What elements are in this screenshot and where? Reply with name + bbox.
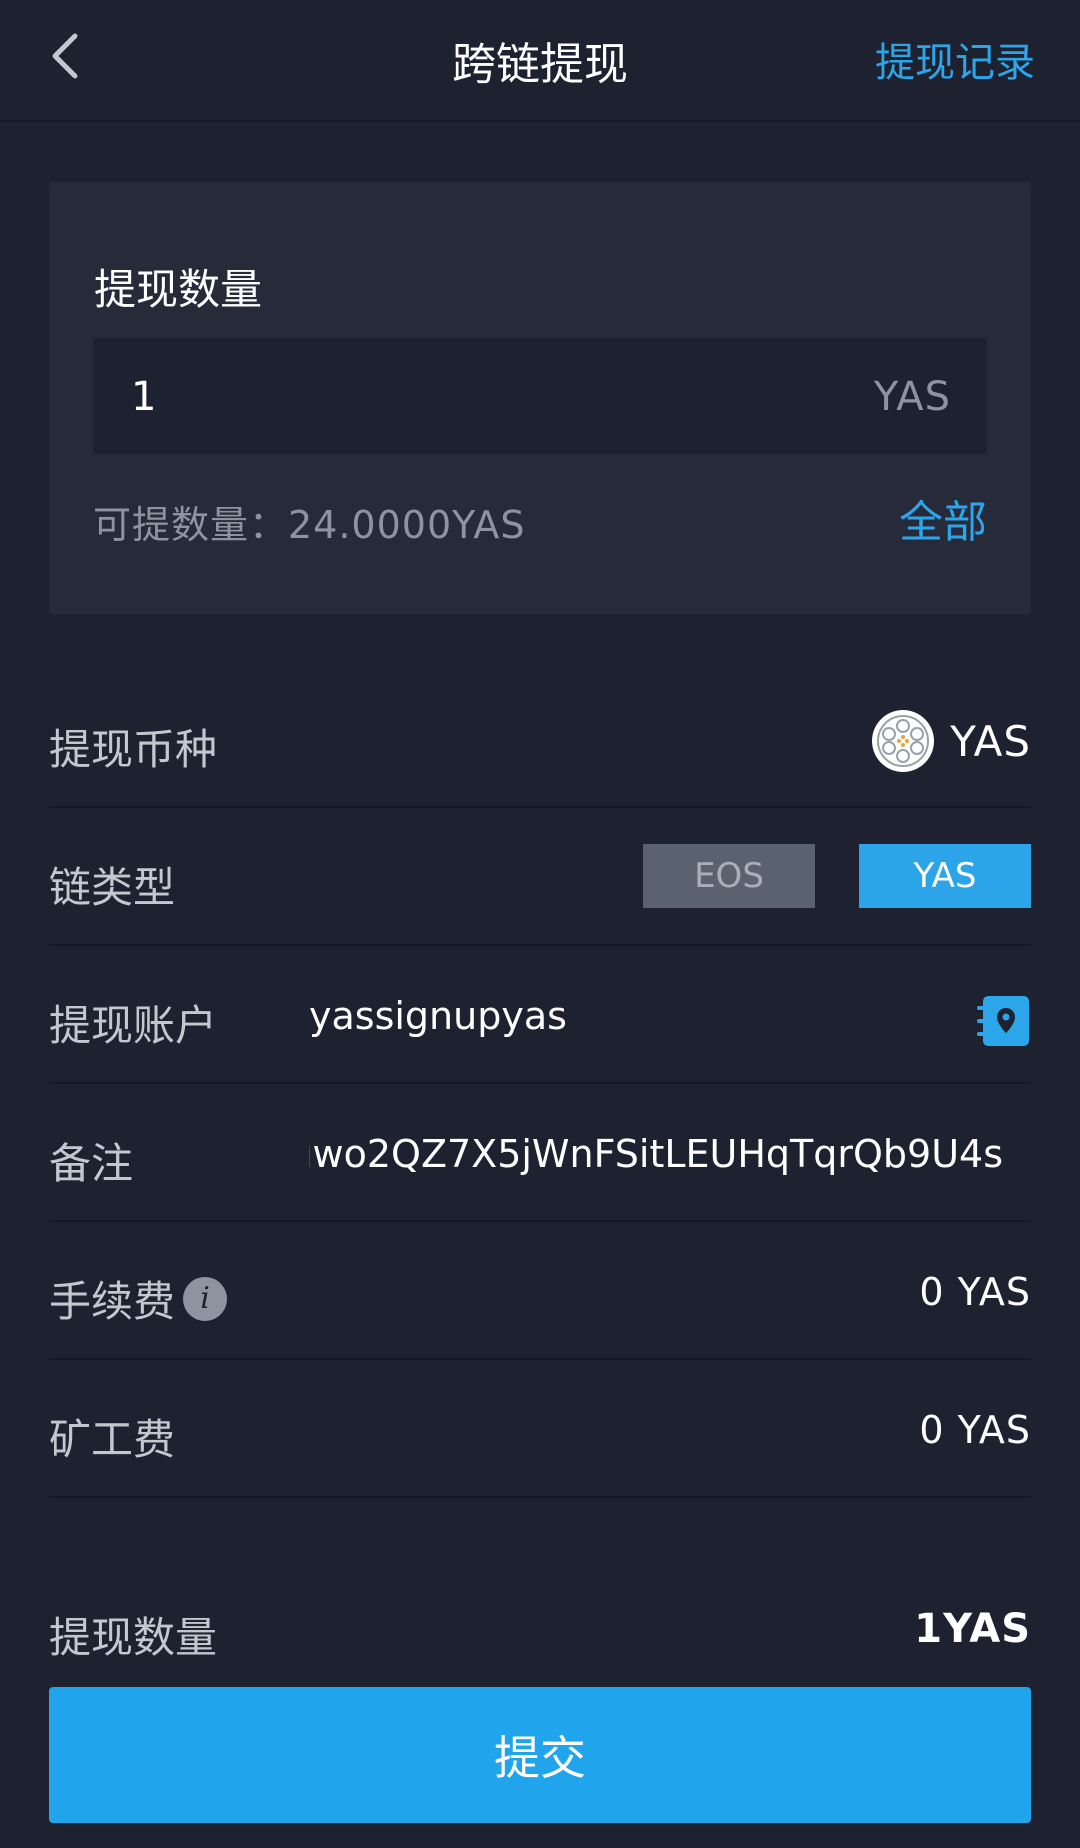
currency-value: YAS <box>950 716 1031 766</box>
fee-label: 手续费 <box>49 1277 176 1326</box>
currency-selector[interactable]: YAS <box>872 710 1031 772</box>
fee-row: 手续费 i 0 YAS <box>49 1224 1031 1360</box>
chain-option-eos[interactable]: EOS <box>643 844 815 908</box>
back-button[interactable] <box>40 26 88 86</box>
withdraw-all-button[interactable]: 全部 <box>899 486 987 550</box>
chain-type-label: 链类型 <box>49 863 176 912</box>
currency-label: 提现币种 <box>49 725 218 774</box>
chain-option-yas[interactable]: YAS <box>859 844 1031 908</box>
memo-row: 备注 uwo2QZ7X5jWnFSitLEUHqTqrQb9U4s <box>49 1086 1031 1222</box>
submit-button[interactable]: 提交 <box>49 1687 1031 1823</box>
available-amount: 可提数量：24.0000YAS <box>93 503 526 547</box>
memo-value: uwo2QZ7X5jWnFSitLEUHqTqrQb9U4s <box>309 1132 1003 1176</box>
memo-label: 备注 <box>49 1139 134 1188</box>
address-book-icon <box>977 996 1029 1046</box>
chevron-left-icon <box>52 33 78 79</box>
account-row: 提现账户 yassignupyas <box>49 948 1031 1084</box>
amount-input-value[interactable]: 1 <box>131 374 156 420</box>
chain-type-row: 链类型 EOS YAS <box>49 810 1031 946</box>
amount-input[interactable]: 1 YAS <box>93 338 987 454</box>
currency-row[interactable]: 提现币种 YAS <box>49 672 1031 808</box>
fee-label-group: 手续费 i <box>49 1268 228 1329</box>
miner-fee-value: 0 YAS <box>919 1408 1031 1452</box>
fee-value: 0 YAS <box>919 1270 1031 1314</box>
miner-fee-label: 矿工费 <box>49 1415 176 1464</box>
amount-unit: YAS <box>873 374 951 420</box>
summary-label: 提现数量 <box>49 1613 218 1662</box>
withdraw-history-link[interactable]: 提现记录 <box>875 30 1035 88</box>
account-field[interactable]: yassignupyas <box>309 994 567 1038</box>
memo-field[interactable]: uwo2QZ7X5jWnFSitLEUHqTqrQb9U4s <box>309 1132 1003 1176</box>
miner-fee-row: 矿工费 0 YAS <box>49 1362 1031 1498</box>
summary-value: 1YAS <box>914 1606 1031 1652</box>
info-icon[interactable]: i <box>183 1276 228 1321</box>
account-label: 提现账户 <box>49 1001 218 1050</box>
yas-coin-icon <box>872 710 935 772</box>
top-bar: 跨链提现 提现记录 <box>0 0 1080 122</box>
amount-card: 提现数量 1 YAS 可提数量：24.0000YAS 全部 <box>49 182 1031 614</box>
address-book-button[interactable] <box>977 994 1031 1048</box>
amount-card-title: 提现数量 <box>94 265 263 314</box>
